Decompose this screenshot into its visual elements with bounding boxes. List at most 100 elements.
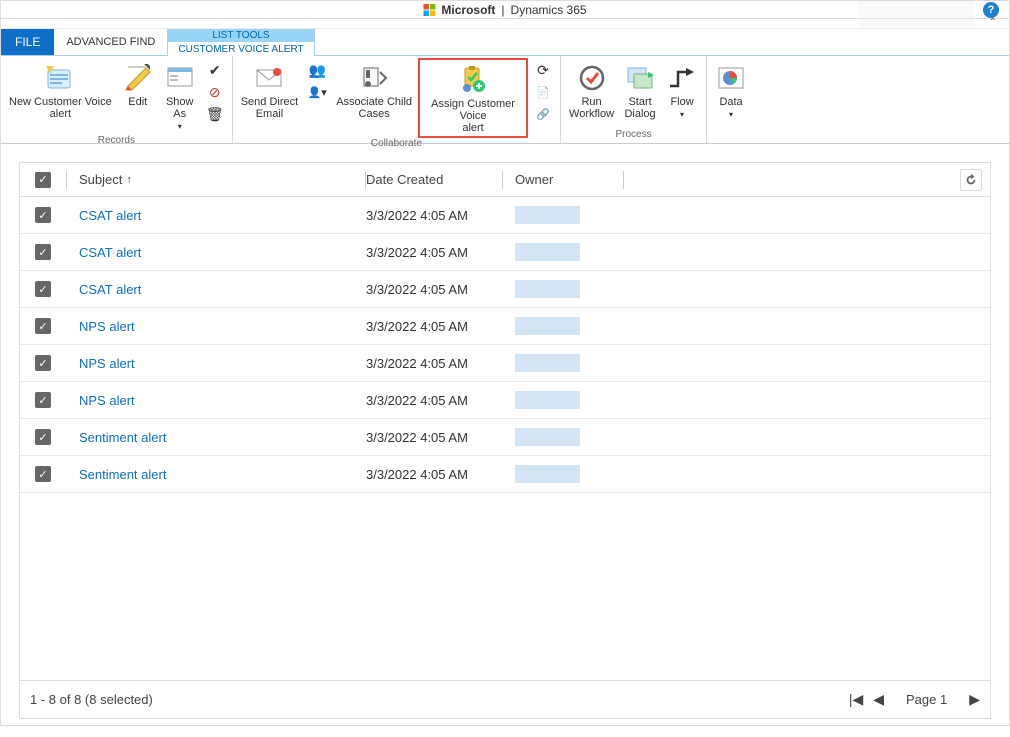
date-cell: 3/3/2022 4:05 AM <box>366 467 502 482</box>
subject-header-label: Subject <box>79 172 122 187</box>
table-row[interactable]: ✓ NPS alert 3/3/2022 4:05 AM <box>20 308 990 345</box>
sort-asc-icon: ↑ <box>126 174 132 186</box>
data-label: Data <box>719 96 742 108</box>
owner-redacted <box>515 354 580 372</box>
show-as-button[interactable]: Show As ▾ <box>160 58 200 135</box>
refresh-icon <box>964 173 978 187</box>
share-button[interactable]: ⟳ <box>532 60 554 80</box>
delete-button[interactable]: 🗑 <box>204 104 226 124</box>
activate-button[interactable]: ✔ <box>204 60 226 80</box>
grid-header: ✓ Subject ↑ Date Created Owner <box>20 163 990 197</box>
subject-link[interactable]: CSAT alert <box>79 282 141 297</box>
subject-link[interactable]: NPS alert <box>79 356 135 371</box>
table-row[interactable]: ✓ CSAT alert 3/3/2022 4:05 AM <box>20 271 990 308</box>
link-people-icon: 👤▾ <box>308 86 327 99</box>
cancel-icon: ⊘ <box>209 84 221 101</box>
row-checkbox[interactable]: ✓ <box>35 207 51 223</box>
column-header-owner[interactable]: Owner <box>503 172 623 187</box>
start-dialog-label: Start Dialog <box>624 96 655 120</box>
owner-redacted <box>515 391 580 409</box>
subject-link[interactable]: Sentiment alert <box>79 467 166 482</box>
data-button[interactable]: Data ▾ <box>711 58 751 123</box>
table-row[interactable]: ✓ Sentiment alert 3/3/2022 4:05 AM <box>20 456 990 493</box>
prev-page-button[interactable]: ◀ <box>873 691 884 708</box>
row-checkbox[interactable]: ✓ <box>35 392 51 408</box>
run-wf-label: Run Workflow <box>569 96 614 120</box>
associate-label: Associate Child Cases <box>336 96 412 120</box>
send-email-label: Send Direct Email <box>241 96 298 120</box>
row-checkbox[interactable]: ✓ <box>35 355 51 371</box>
flow-icon <box>666 62 698 94</box>
table-row[interactable]: ✓ Sentiment alert 3/3/2022 4:05 AM <box>20 419 990 456</box>
subject-link[interactable]: CSAT alert <box>79 245 141 260</box>
tab-advanced-find[interactable]: ADVANCED FIND <box>54 29 167 55</box>
subject-link[interactable]: CSAT alert <box>79 208 141 223</box>
start-dialog-button[interactable]: Start Dialog <box>620 58 660 122</box>
associate-child-cases-button[interactable]: Associate Child Cases <box>332 58 416 122</box>
row-checkbox[interactable]: ✓ <box>35 281 51 297</box>
owner-redacted <box>515 317 580 335</box>
subject-link[interactable]: Sentiment alert <box>79 430 166 445</box>
assign-customer-voice-alert-button[interactable]: Assign Customer Voice alert <box>418 58 528 138</box>
first-page-button[interactable]: |◀ <box>849 691 863 708</box>
results-grid: ✓ Subject ↑ Date Created Owner ✓ CSAT ale… <box>19 162 991 719</box>
ribbon-group-collaborate: Send Direct Email 👥 👤▾ Associate Child C… <box>233 56 561 143</box>
column-header-subject[interactable]: Subject ↑ <box>67 172 365 187</box>
table-row[interactable]: ✓NPS alert3/3/2022 4:05 AM <box>20 345 990 382</box>
date-header-label: Date Created <box>366 172 443 187</box>
run-workflow-button[interactable]: Run Workflow <box>565 58 618 122</box>
copy-button[interactable]: 📄 <box>532 82 554 102</box>
brand-prefix: Microsoft <box>441 3 495 17</box>
assign-label: Assign Customer Voice alert <box>424 98 522 134</box>
email-link-button[interactable]: 👤▾ <box>306 82 328 102</box>
date-cell: 3/3/2022 4:05 AM <box>366 319 502 334</box>
owner-redacted <box>515 428 580 446</box>
selection-status: 1 - 8 of 8 (8 selected) <box>30 692 153 707</box>
copy-link-button[interactable]: 👥 <box>306 60 328 80</box>
new-customer-voice-alert-button[interactable]: New Customer Voice alert <box>5 58 116 122</box>
new-alert-label: New Customer Voice alert <box>9 96 112 120</box>
column-separator <box>623 171 624 189</box>
refresh-button[interactable] <box>960 169 982 191</box>
date-cell: 3/3/2022 4:05 AM <box>366 208 502 223</box>
row-checkbox[interactable]: ✓ <box>35 466 51 482</box>
date-cell: 3/3/2022 4:05 AM <box>366 430 502 445</box>
link-icon: 🔗 <box>536 108 550 121</box>
help-icon[interactable]: ? <box>983 2 999 18</box>
page-label: Page 1 <box>906 692 947 707</box>
grid-footer: 1 - 8 of 8 (8 selected) |◀ ◀ Page 1 ▶ <box>20 680 990 718</box>
column-header-date[interactable]: Date Created <box>366 172 502 187</box>
owner-redacted <box>515 206 580 224</box>
subject-link[interactable]: NPS alert <box>79 393 135 408</box>
grid-body: ✓ CSAT alert 3/3/2022 4:05 AM ✓ CSAT alert 3/… <box>20 197 990 680</box>
table-row[interactable]: ✓ CSAT alert 3/3/2022 4:05 AM <box>20 197 990 234</box>
send-direct-email-button[interactable]: Send Direct Email <box>237 58 302 122</box>
chevron-up-icon[interactable]: ⌃ <box>989 17 997 28</box>
row-checkbox[interactable]: ✓ <box>35 318 51 334</box>
deactivate-button[interactable]: ⊘ <box>204 82 226 102</box>
row-checkbox[interactable]: ✓ <box>35 244 51 260</box>
tab-customer-voice-alert[interactable]: CUSTOMER VOICE ALERT <box>168 42 313 57</box>
date-cell: 3/3/2022 4:05 AM <box>366 282 502 297</box>
flow-label: Flow <box>670 96 693 108</box>
link-button[interactable]: 🔗 <box>532 104 554 124</box>
subject-link[interactable]: NPS alert <box>79 319 135 334</box>
tab-file[interactable]: FILE <box>1 29 54 55</box>
ribbon-group-process: Run Workflow Start Dialog Flow ▾ Process <box>561 56 707 143</box>
copy-icon: 📄 <box>536 86 550 99</box>
date-cell: 3/3/2022 4:05 AM <box>366 245 502 260</box>
row-checkbox[interactable]: ✓ <box>35 429 51 445</box>
brand: Microsoft | Dynamics 365 <box>423 3 586 17</box>
next-page-button[interactable]: ▶ <box>969 691 980 708</box>
flow-button[interactable]: Flow ▾ <box>662 58 702 123</box>
ribbon: New Customer Voice alert Edit Show As ▾ … <box>1 56 1009 144</box>
edit-button[interactable]: Edit <box>118 58 158 110</box>
dropdown-arrow-icon: ▾ <box>178 121 182 133</box>
collaborate-group-label: Collaborate <box>237 138 556 149</box>
trash-icon: 🗑 <box>206 106 224 123</box>
select-all-checkbox[interactable]: ✓ <box>35 172 51 188</box>
table-row[interactable]: ✓NPS alert3/3/2022 4:05 AM <box>20 382 990 419</box>
people-icon: 👥 <box>308 62 325 79</box>
table-row[interactable]: ✓ CSAT alert 3/3/2022 4:05 AM <box>20 234 990 271</box>
records-group-label: Records <box>5 135 228 146</box>
